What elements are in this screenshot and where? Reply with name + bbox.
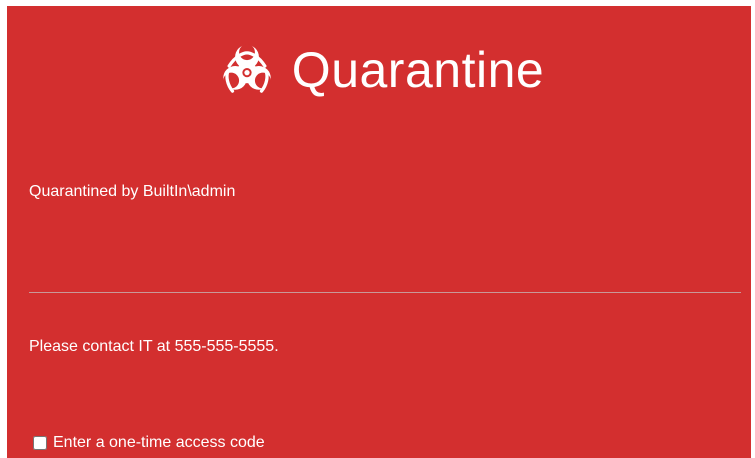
divider: [29, 292, 741, 293]
access-code-checkbox[interactable]: [33, 436, 47, 450]
quarantined-by-text: Quarantined by BuiltIn\admin: [29, 183, 236, 200]
access-code-option[interactable]: Enter a one-time access code: [33, 434, 265, 452]
biohazard-icon: [214, 37, 280, 103]
header: Quarantine: [7, 34, 751, 106]
quarantine-screen: Quarantine Quarantined by BuiltIn\admin …: [7, 6, 751, 458]
app-title: Quarantine: [291, 42, 545, 98]
contact-it-text: Please contact IT at 555-555-5555.: [29, 338, 279, 355]
access-code-label: Enter a one-time access code: [53, 434, 265, 451]
